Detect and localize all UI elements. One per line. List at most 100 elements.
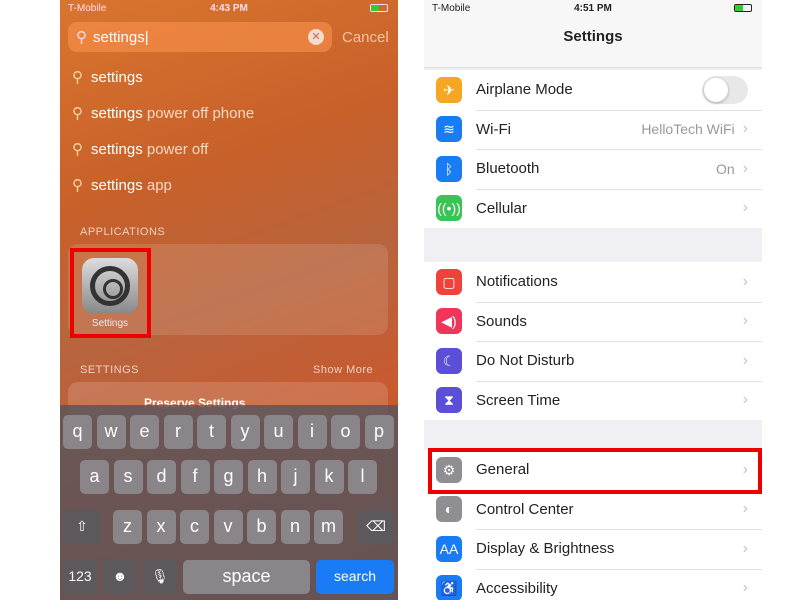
highlight-box (70, 248, 151, 338)
key-m[interactable]: m (314, 510, 343, 544)
search-suggestion[interactable]: ⚲ settings power off (72, 140, 208, 158)
key-f[interactable]: f (180, 460, 210, 494)
chevron-right-icon: › (742, 351, 748, 369)
key-l[interactable]: l (348, 460, 377, 494)
key-j[interactable]: j (281, 460, 310, 494)
key-z[interactable]: z (113, 510, 142, 544)
keyboard: q w e r t y u i o p a s d f g h j k l ⇧ z x c v b n m ⌫ 123 ☻ 🎙 space se… (60, 405, 398, 600)
settings-row-bluetooth[interactable]: ᛒ Bluetooth On › (424, 149, 762, 189)
clock: 4:43 PM (210, 2, 248, 14)
chevron-right-icon: › (742, 312, 748, 330)
settings-row-wi-fi[interactable]: ≋ Wi-Fi HelloTech WiFi › (424, 109, 762, 150)
suggestion-text: settings (91, 105, 143, 122)
key-t[interactable]: t (197, 415, 226, 449)
search-input[interactable]: ⚲ settings | ✕ (68, 22, 332, 52)
search-suggestion[interactable]: ⚲ settings (72, 68, 143, 86)
row-label: Bluetooth (476, 160, 540, 178)
display-icon: AA (436, 535, 462, 562)
clear-icon[interactable]: ✕ (308, 29, 324, 45)
search-suggestion[interactable]: ⚲ settings app (72, 176, 172, 194)
row-label: Do Not Disturb (476, 352, 575, 370)
delete-key[interactable]: ⌫ (357, 510, 395, 544)
shift-key[interactable]: ⇧ (63, 510, 101, 544)
settings-row-notifications[interactable]: ▢ Notifications › (424, 262, 762, 302)
chevron-right-icon: › (742, 120, 748, 138)
key-c[interactable]: c (180, 510, 209, 544)
key-v[interactable]: v (213, 510, 243, 544)
settings-row-display-brightness[interactable]: AA Display & Brightness › (424, 529, 762, 569)
row-label: Sounds (476, 312, 527, 330)
search-key[interactable]: search (316, 560, 394, 594)
spotlight-search-screen: T-Mobile 4:43 PM ⚲ settings | ✕ Cancel ⚲ s… (60, 0, 398, 600)
search-icon: ⚲ (76, 29, 87, 46)
clock: 4:51 PM (574, 2, 612, 14)
microphone-key[interactable]: 🎙 (143, 560, 177, 594)
settings-group: ▢ Notifications › ◀) Sounds › ☾ Do Not Disturb ›… (424, 262, 762, 420)
toggle-knob (704, 77, 728, 102)
row-label: Airplane Mode (476, 81, 573, 99)
battery-icon (734, 4, 752, 12)
row-label: Notifications (476, 273, 558, 291)
space-key[interactable]: space (183, 560, 310, 594)
row-label: Screen Time (476, 391, 561, 409)
row-label: Display & Brightness (476, 540, 615, 558)
settings-row-screen-time[interactable]: ⧗ Screen Time › (424, 380, 762, 421)
chevron-right-icon: › (742, 272, 748, 290)
key-d[interactable]: d (147, 460, 176, 494)
show-more-link[interactable]: Show More (313, 364, 373, 376)
settings-row-do-not-disturb[interactable]: ☾ Do Not Disturb › (424, 341, 762, 381)
settings-row-accessibility[interactable]: ♿ Accessibility › (424, 568, 762, 600)
suggestion-text: settings (91, 141, 143, 158)
key-e[interactable]: e (130, 415, 159, 449)
search-icon: ⚲ (72, 105, 83, 122)
settings-row-cellular[interactable]: ((•)) Cellular › (424, 188, 762, 229)
key-i[interactable]: i (297, 415, 327, 449)
battery-icon (370, 4, 388, 12)
chevron-right-icon: › (742, 159, 748, 177)
key-s[interactable]: s (113, 460, 143, 494)
cancel-button[interactable]: Cancel (342, 29, 389, 46)
chevron-right-icon: › (742, 539, 748, 557)
wifi-icon: ≋ (436, 116, 462, 143)
search-icon: ⚲ (72, 141, 83, 158)
key-p[interactable]: p (364, 415, 394, 449)
control-center-icon: ◐ (436, 496, 462, 523)
key-r[interactable]: r (163, 415, 193, 449)
settings-row-control-center[interactable]: ◐ Control Center › (424, 489, 762, 530)
accessibility-icon: ♿ (436, 575, 462, 600)
bluetooth-icon: ᛒ (436, 155, 462, 182)
emoji-key[interactable]: ☻ (103, 560, 137, 594)
airplane-mode-toggle[interactable] (702, 75, 748, 104)
key-w[interactable]: w (96, 415, 126, 449)
key-k[interactable]: k (314, 460, 344, 494)
settings-row-sounds[interactable]: ◀) Sounds › (424, 301, 762, 342)
search-icon: ⚲ (72, 177, 83, 194)
status-bar: T-Mobile 4:43 PM (60, 0, 398, 16)
search-value: settings (93, 28, 145, 46)
search-suggestion[interactable]: ⚲ settings power off phone (72, 104, 254, 122)
hourglass-icon: ⧗ (436, 387, 462, 414)
settings-group: ✈ Airplane Mode ≋ Wi-Fi HelloTech WiFi › ᛒ Blue… (424, 70, 762, 228)
key-o[interactable]: o (331, 415, 360, 449)
sounds-icon: ◀) (436, 308, 462, 335)
page-title: Settings (563, 28, 623, 45)
key-b[interactable]: b (247, 510, 276, 544)
suggestion-text: settings (91, 177, 143, 194)
key-q[interactable]: q (63, 415, 92, 449)
settings-row-airplane-mode[interactable]: ✈ Airplane Mode (424, 70, 762, 110)
settings-screen: T-Mobile 4:51 PM Settings ✈ Airplane Mode… (424, 0, 762, 600)
key-g[interactable]: g (214, 460, 243, 494)
row-label: Cellular (476, 199, 527, 217)
row-value: HelloTech WiFi (641, 121, 735, 138)
chevron-right-icon: › (742, 391, 748, 409)
suggestion-rest: power off (142, 141, 209, 158)
numbers-key[interactable]: 123 (63, 560, 97, 594)
key-y[interactable]: y (230, 415, 260, 449)
key-h[interactable]: h (247, 460, 277, 494)
key-a[interactable]: a (80, 460, 109, 494)
key-x[interactable]: x (146, 510, 176, 544)
key-u[interactable]: u (264, 415, 293, 449)
row-label: Accessibility (476, 579, 558, 597)
key-n[interactable]: n (280, 510, 310, 544)
airplane-icon: ✈ (436, 76, 462, 103)
